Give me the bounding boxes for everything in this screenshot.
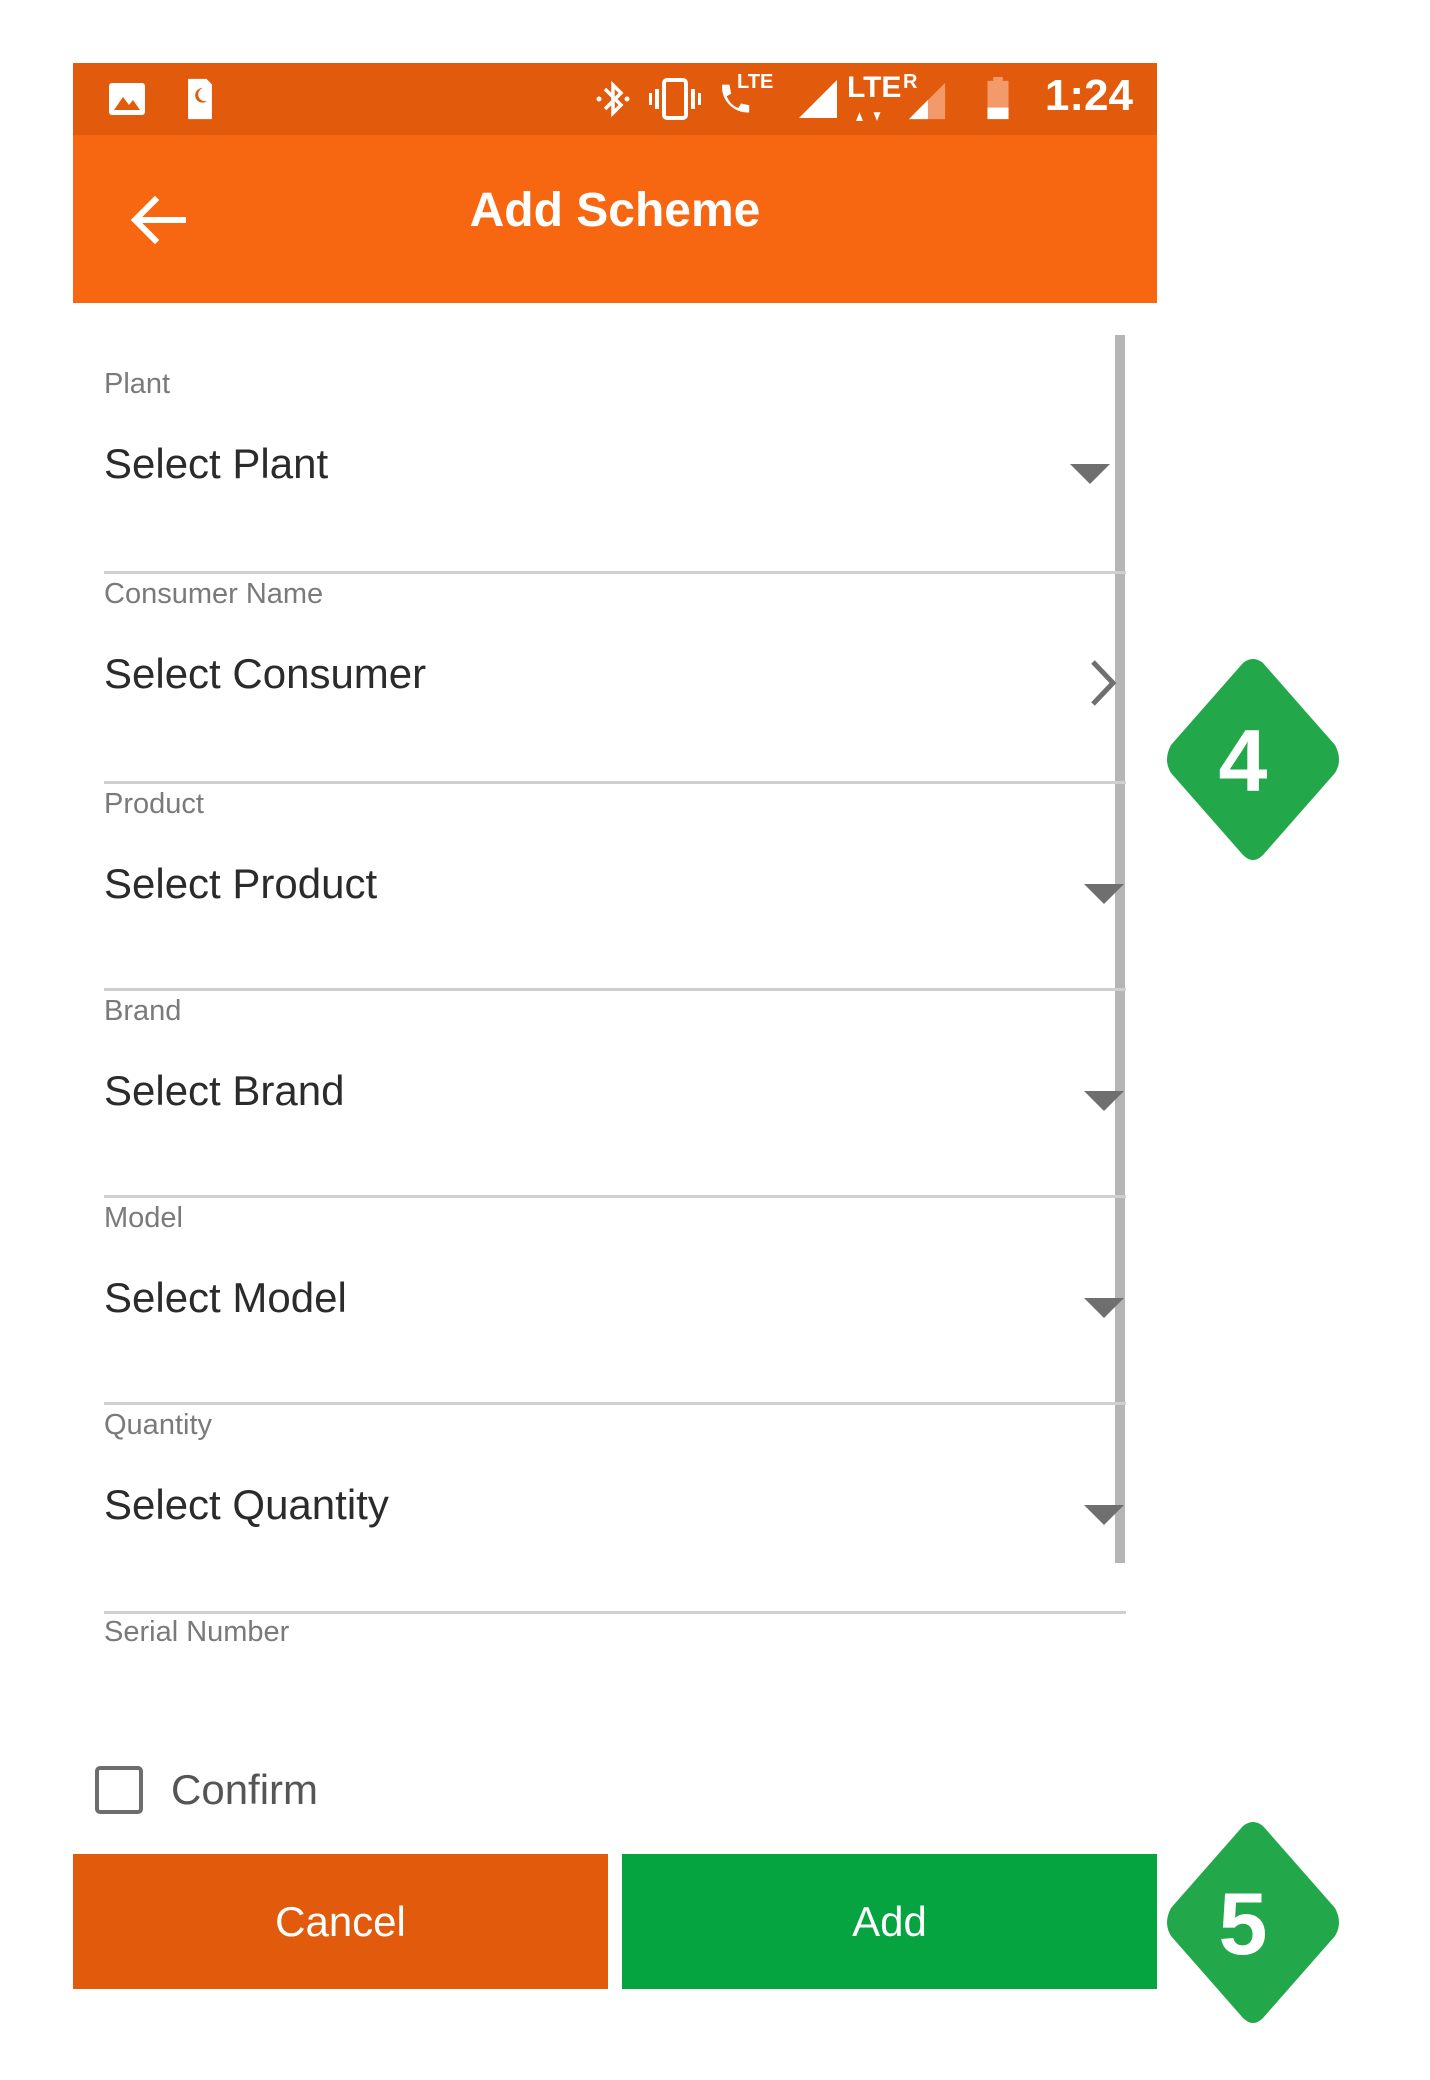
field-label: Quantity [104,1409,212,1441]
status-time: 1:24 [1044,71,1133,120]
product-select[interactable]: Select Product [104,860,377,908]
roaming-signal-icon: R [903,71,947,121]
field-label: Consumer Name [104,578,324,610]
model-field[interactable]: Model Select Model [104,1202,1126,1410]
bluetooth-icon [596,80,630,118]
field-divider [104,781,1126,784]
field-label: Model [104,1202,183,1234]
signal-icon [799,80,837,118]
confirm-label[interactable]: Confirm [171,1766,318,1814]
brand-field[interactable]: Brand Select Brand [104,995,1126,1203]
vibrate-icon [649,78,701,120]
dropdown-arrow-icon [1084,884,1124,904]
dropdown-arrow-icon [1084,1091,1124,1111]
field-divider [104,1611,1126,1614]
page-title: Add Scheme [469,184,761,237]
callout-badge-5: 5 [1143,1818,1343,2028]
serial-number-field[interactable]: Serial Number [104,1616,1124,1746]
dropdown-arrow-icon [1084,1298,1124,1318]
sim-card-icon [188,78,212,120]
status-bar: LTE LTE R 1:24 [73,63,1157,135]
callout-number: 4 [1218,711,1268,810]
plant-select[interactable]: Select Plant [104,440,328,488]
app-bar: Add Scheme [73,135,1157,303]
consumer-name-field[interactable]: Consumer Name Select Consumer [104,578,1126,786]
field-label: Brand [104,995,182,1027]
cancel-button[interactable]: Cancel [73,1854,608,1989]
phone-screen: LTE LTE R 1:24 Add Scheme Plant Select P… [73,63,1157,1993]
lte-data-icon: LTE [847,71,901,121]
add-button[interactable]: Add [622,1854,1157,1989]
confirm-checkbox[interactable] [95,1766,143,1814]
product-field[interactable]: Product Select Product [104,788,1126,996]
brand-select[interactable]: Select Brand [104,1067,344,1115]
model-select[interactable]: Select Model [104,1274,347,1322]
volte-label: LTE [737,71,774,93]
quantity-select[interactable]: Select Quantity [104,1481,389,1529]
lte-label: LTE [847,71,902,104]
field-label: Product [104,788,204,820]
chevron-right-icon[interactable] [1088,658,1118,708]
dropdown-arrow-icon [1070,464,1110,484]
field-divider [104,988,1126,991]
field-divider [104,571,1126,574]
dropdown-arrow-icon [1084,1505,1124,1525]
consumer-select[interactable]: Select Consumer [104,650,426,698]
image-icon [109,83,145,115]
field-label: Serial Number [104,1616,290,1648]
volte-call-icon: LTE [715,71,775,121]
serial-number-input[interactable] [104,1688,1064,1738]
quantity-field[interactable]: Quantity Select Quantity [104,1409,1126,1617]
field-divider [104,1402,1126,1405]
field-label: Plant [104,368,171,400]
field-divider [104,1195,1126,1198]
callout-number: 5 [1218,1874,1268,1973]
callout-badge-4: 4 [1143,655,1343,865]
plant-field[interactable]: Plant Select Plant [104,368,1126,576]
battery-icon [987,77,1009,120]
